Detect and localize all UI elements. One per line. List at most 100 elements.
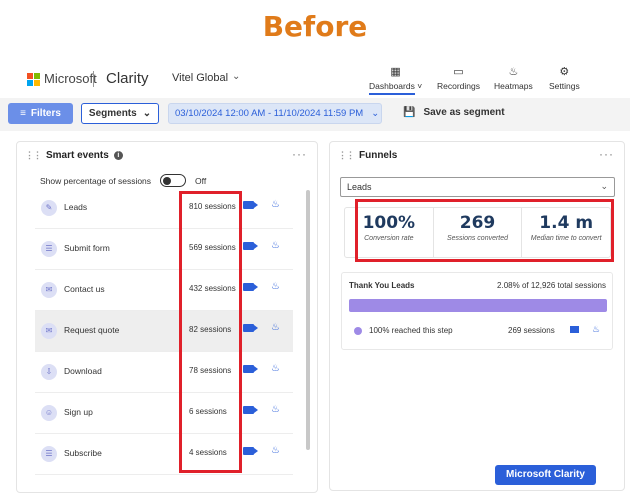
segments-label: Segments xyxy=(88,108,137,119)
event-icon: ☺ xyxy=(41,405,57,421)
nav-heatmaps-label: Heatmaps xyxy=(494,81,533,91)
smart-events-heading: Smart events xyxy=(46,150,109,161)
heatmap-icon[interactable]: ♨ xyxy=(271,363,280,374)
filter-icon: ≡ xyxy=(20,108,26,119)
smart-event-row[interactable]: ✉ Request quote 82 sessions ♨ xyxy=(35,311,293,352)
funnel-step-sessions: 269 sessions xyxy=(508,326,555,335)
save-segment-button[interactable]: 💾 Save as segment xyxy=(403,107,505,118)
event-name: Request quote xyxy=(64,325,120,335)
project-selector[interactable]: Vitel Global xyxy=(172,72,228,84)
heatmap-icon[interactable]: ♨ xyxy=(271,281,280,292)
funnel-step-card[interactable]: Thank You Leads 2.08% of 12,926 total se… xyxy=(341,272,613,350)
recording-icon[interactable] xyxy=(243,324,258,332)
event-name: Download xyxy=(64,366,102,376)
event-icon: ☰ xyxy=(41,446,57,462)
smart-event-row[interactable]: ⇩ Download 78 sessions ♨ xyxy=(35,352,293,393)
filter-toolbar: ≡ Filters Segments ⌄ 03/10/2024 12:00 AM… xyxy=(0,98,630,131)
filters-button[interactable]: ≡ Filters xyxy=(8,103,73,124)
toggle-state: Off xyxy=(195,175,207,186)
funnel-select-value: Leads xyxy=(347,182,372,192)
recording-icon[interactable] xyxy=(243,283,258,291)
chevron-down-icon: ⌄ xyxy=(600,181,608,191)
event-icon: ✎ xyxy=(41,200,57,216)
chevron-down-icon: ˅ xyxy=(414,81,423,91)
heatmap-icon[interactable]: ♨ xyxy=(271,240,280,251)
nav-recordings-label: Recordings xyxy=(437,81,480,91)
top-bar: Microsoft Clarity Vitel Global ⌄ ▦ Dashb… xyxy=(0,60,630,98)
funnels-title: ⋮⋮ Funnels xyxy=(338,150,397,161)
brand-name: Microsoft xyxy=(44,71,97,86)
watermark: Microsoft Clarity xyxy=(495,465,596,485)
recording-icon[interactable] xyxy=(243,242,258,250)
smart-event-row[interactable]: ☰ Submit form 569 sessions ♨ xyxy=(35,229,293,270)
heatmap-icon[interactable]: ♨ xyxy=(271,445,280,456)
event-name: Subscribe xyxy=(64,448,102,458)
product-name: Clarity xyxy=(106,70,149,87)
smart-event-row[interactable]: ✎ Leads 810 sessions ♨ xyxy=(35,188,293,229)
event-icon: ✉ xyxy=(41,282,57,298)
event-name: Sign up xyxy=(64,407,93,417)
nav-recordings[interactable]: ▭ Recordings xyxy=(437,66,480,91)
date-range-value: 03/10/2024 12:00 AM - 11/10/2024 11:59 P… xyxy=(175,108,364,119)
funnel-step-reached: 100% reached this step xyxy=(369,326,453,335)
nav-dashboards-label: Dashboards xyxy=(369,81,415,95)
percentage-toggle-row: Show percentage of sessions Off xyxy=(40,174,206,187)
scrollbar[interactable] xyxy=(306,190,310,450)
funnels-heading: Funnels xyxy=(359,150,398,161)
funnels-panel: ⋮⋮ Funnels ··· Leads ⌄ 100% Conversion r… xyxy=(329,141,625,491)
heatmap-icon[interactable]: ♨ xyxy=(271,322,280,333)
more-options-icon[interactable]: ··· xyxy=(292,147,307,161)
gear-icon: ⚙ xyxy=(559,66,570,78)
event-icon: ✉ xyxy=(41,323,57,339)
info-icon[interactable]: i xyxy=(113,151,123,160)
recording-icon[interactable] xyxy=(243,365,258,373)
save-segment-label: Save as segment xyxy=(423,107,505,118)
drag-handle-icon[interactable]: ⋮⋮ xyxy=(25,150,42,161)
more-options-icon[interactable]: ··· xyxy=(599,147,614,161)
funnel-step-bar xyxy=(349,299,607,312)
smart-event-row[interactable]: ☰ Subscribe 4 sessions ♨ xyxy=(35,434,293,475)
heatmap-icon[interactable]: ♨ xyxy=(271,199,280,210)
event-icon: ⇩ xyxy=(41,364,57,380)
funnel-step-title: Thank You Leads xyxy=(349,281,415,290)
segments-button[interactable]: Segments ⌄ xyxy=(81,103,159,124)
nav-settings[interactable]: ⚙ Settings xyxy=(549,66,580,91)
event-name: Leads xyxy=(64,202,88,212)
funnel-select[interactable]: Leads ⌄ xyxy=(340,177,615,197)
chevron-down-icon: ⌄ xyxy=(142,108,152,119)
video-icon: ▭ xyxy=(453,66,464,78)
chevron-down-icon: ⌄ xyxy=(371,108,380,119)
heatmap-icon[interactable]: ♨ xyxy=(592,324,600,335)
event-name: Submit form xyxy=(64,243,110,253)
smart-event-row[interactable]: ✉ Contact us 432 sessions ♨ xyxy=(35,270,293,311)
save-icon: 💾 xyxy=(403,107,416,118)
flame-icon: ♨ xyxy=(508,66,519,78)
event-icon: ☰ xyxy=(41,241,57,257)
stats-highlight-box xyxy=(355,199,614,262)
funnel-step-total: 2.08% of 12,926 total sessions xyxy=(497,281,606,290)
recording-icon[interactable] xyxy=(570,326,579,333)
dashboard-icon: ▦ xyxy=(390,66,401,78)
filters-label: Filters xyxy=(30,108,61,119)
recording-icon[interactable] xyxy=(243,406,258,414)
heatmap-icon[interactable]: ♨ xyxy=(271,404,280,415)
event-name: Contact us xyxy=(64,284,105,294)
smart-events-title: ⋮⋮ Smart events i xyxy=(25,150,123,161)
smart-event-row[interactable]: ☺ Sign up 6 sessions ♨ xyxy=(35,393,293,434)
recording-icon[interactable] xyxy=(243,201,258,209)
microsoft-logo-icon xyxy=(27,73,40,86)
smart-events-panel: ⋮⋮ Smart events i ··· Show percentage of… xyxy=(16,141,318,493)
date-range-picker[interactable]: 03/10/2024 12:00 AM - 11/10/2024 11:59 P… xyxy=(168,103,382,124)
brand-divider xyxy=(93,71,94,87)
nav-dashboards[interactable]: ▦ Dashboards ˅ xyxy=(369,66,423,95)
drag-handle-icon[interactable]: ⋮⋮ xyxy=(338,150,355,161)
chevron-down-icon[interactable]: ⌄ xyxy=(232,71,240,82)
legend-dot xyxy=(354,327,362,335)
recording-icon[interactable] xyxy=(243,447,258,455)
nav-heatmaps[interactable]: ♨ Heatmaps xyxy=(494,66,533,91)
before-banner: Before xyxy=(262,10,368,43)
toggle-label: Show percentage of sessions xyxy=(40,175,152,186)
percentage-toggle[interactable] xyxy=(160,174,187,187)
sessions-highlight-box xyxy=(179,191,242,473)
nav-settings-label: Settings xyxy=(549,81,580,91)
